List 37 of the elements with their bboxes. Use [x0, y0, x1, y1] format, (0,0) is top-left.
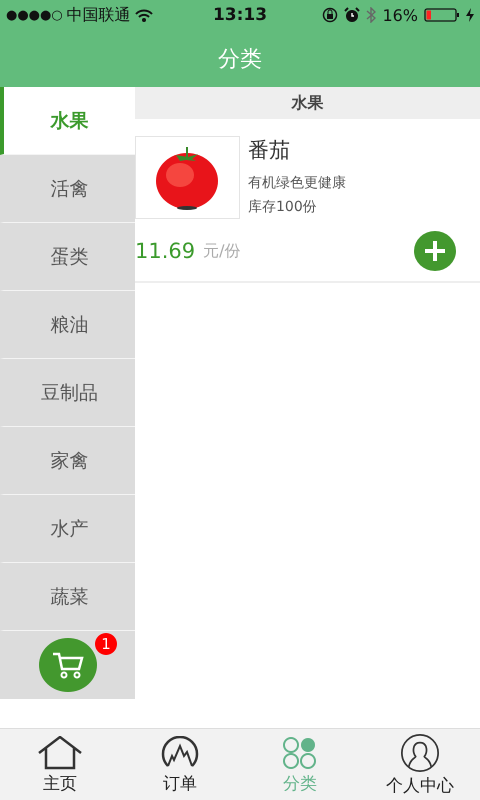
- status-time: 13:13: [212, 5, 268, 25]
- section-title: 水果: [135, 87, 480, 119]
- signal-strength: ●●●●○: [6, 8, 63, 22]
- flame-icon: [160, 736, 200, 770]
- home-icon: [37, 736, 83, 770]
- price-unit: 元/份: [203, 240, 242, 262]
- tab-bar-item[interactable]: 主页: [0, 729, 120, 800]
- category-tab[interactable]: 水产: [0, 495, 135, 563]
- product-name: 番茄: [248, 137, 291, 164]
- product-price: 11.69: [135, 239, 196, 263]
- plus-icon: [424, 240, 446, 262]
- product-description: 有机绿色更健康: [248, 174, 346, 192]
- carrier-name: 中国联通: [66, 4, 131, 26]
- add-button[interactable]: [414, 231, 456, 271]
- category-tab[interactable]: 家禽: [0, 427, 135, 495]
- category-tab[interactable]: 蔬菜: [0, 563, 135, 631]
- tab-bar-item[interactable]: 订单: [120, 729, 240, 800]
- battery-icon: [424, 8, 460, 22]
- profile-icon: [400, 734, 440, 772]
- wifi-icon: [134, 8, 153, 22]
- category-tab[interactable]: 活禽: [0, 155, 135, 223]
- header-title: 分类: [218, 46, 262, 74]
- category-tab[interactable]: 粮油: [0, 291, 135, 359]
- tab-bar-item[interactable]: 个人中心: [360, 729, 480, 800]
- cart-icon: [50, 651, 84, 679]
- category-tab[interactable]: 水果: [0, 87, 135, 155]
- category-tab[interactable]: 蛋类: [0, 223, 135, 291]
- cart-button[interactable]: [38, 638, 96, 692]
- alarm-icon: [344, 7, 360, 23]
- product-stock: 库存100份: [248, 198, 318, 216]
- cart-count-badge: 1: [95, 633, 117, 655]
- battery-percentage: 16%: [382, 6, 418, 24]
- rotation-lock-icon: [322, 7, 338, 23]
- category-tab[interactable]: 豆制品: [0, 359, 135, 427]
- category-icon: [282, 736, 318, 770]
- charging-icon: [466, 8, 474, 22]
- bluetooth-icon: [366, 7, 376, 23]
